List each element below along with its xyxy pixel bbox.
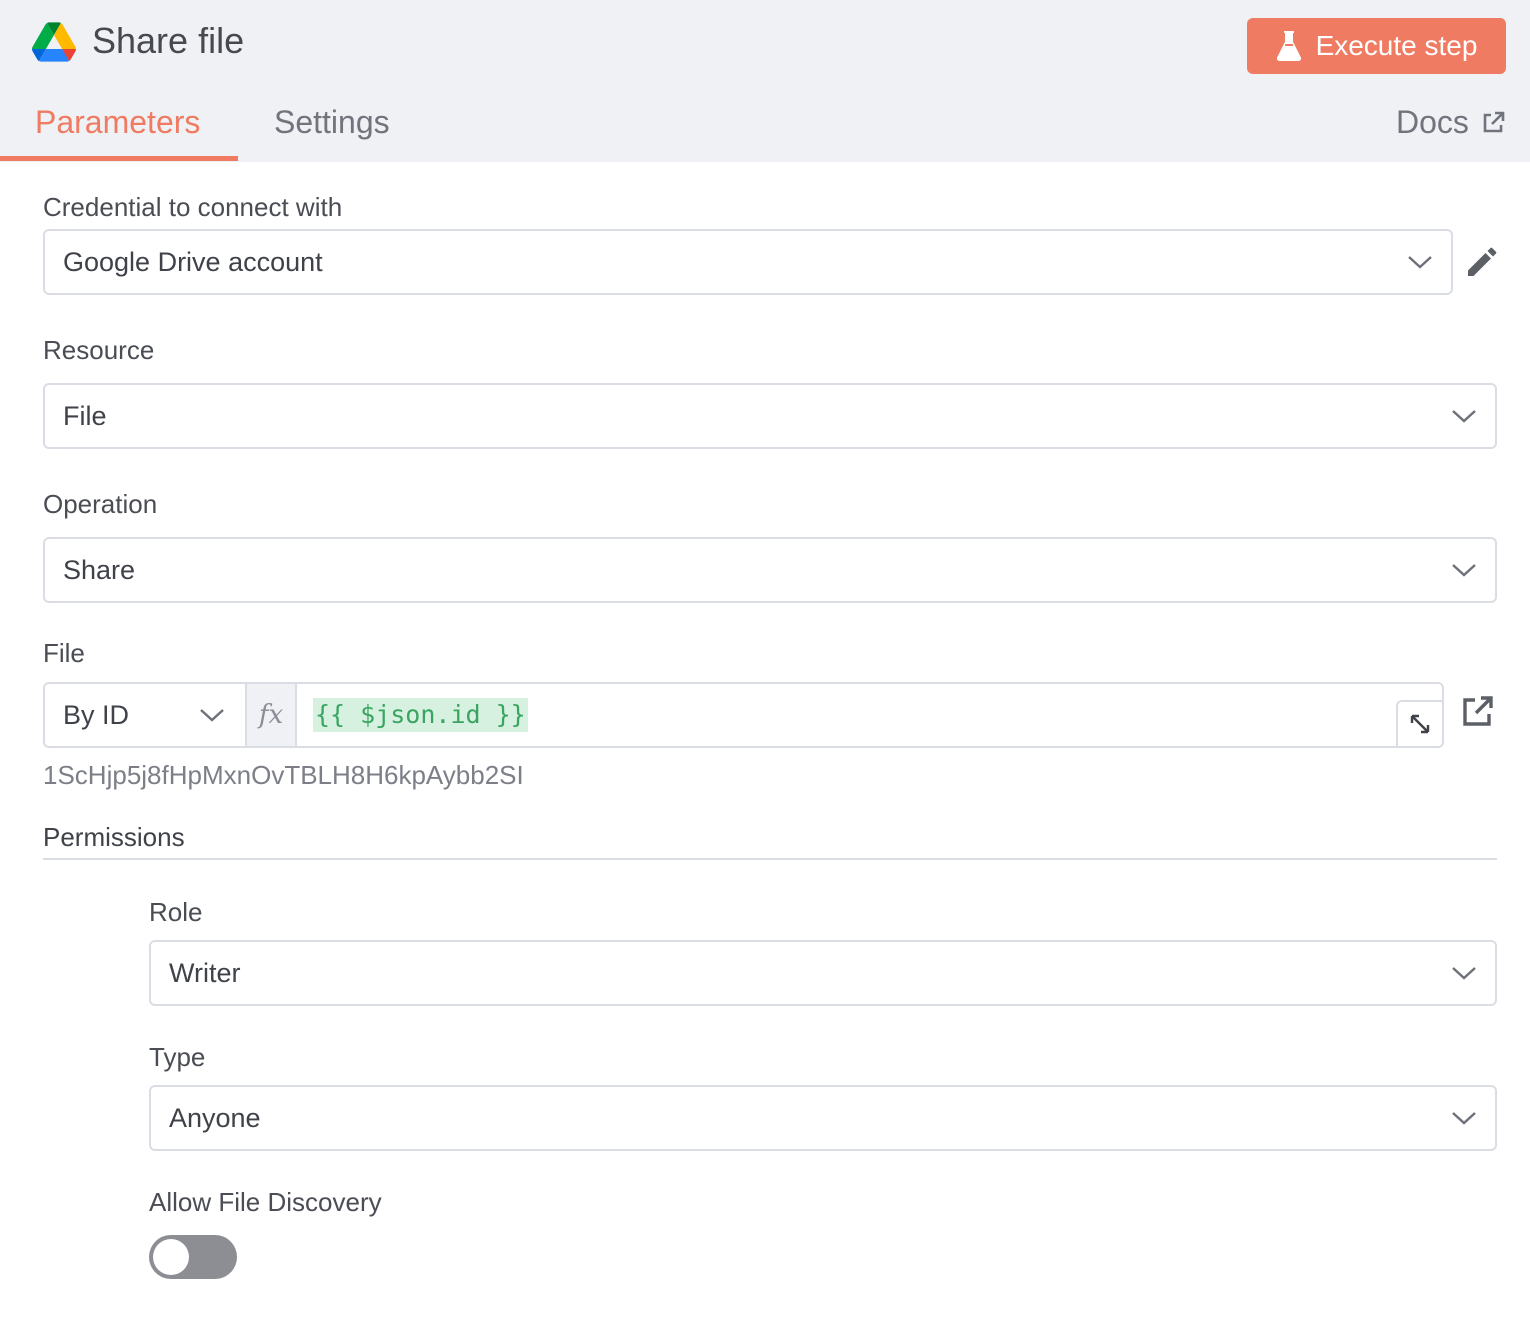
file-label: File	[43, 638, 85, 668]
active-tab-indicator	[0, 156, 238, 161]
external-link-icon	[1483, 111, 1505, 132]
type-select[interactable]: Anyone	[149, 1085, 1497, 1151]
file-mode-select[interactable]: By ID	[45, 684, 247, 746]
type-value: Anyone	[169, 1102, 261, 1133]
resource-value: File	[63, 400, 107, 431]
chevron-down-icon	[1452, 1112, 1476, 1125]
permissions-title: Permissions	[43, 822, 185, 852]
chevron-down-icon	[1452, 410, 1476, 423]
toggle-knob	[153, 1239, 189, 1275]
credential-value: Google Drive account	[63, 246, 323, 277]
allow-file-discovery-label: Allow File Discovery	[149, 1187, 382, 1217]
file-locator-field: By ID fx {{ $json.id }}	[43, 682, 1444, 748]
permissions-divider	[43, 858, 1497, 860]
resource-select[interactable]: File	[43, 383, 1497, 449]
role-select[interactable]: Writer	[149, 940, 1497, 1006]
resource-label: Resource	[43, 335, 155, 365]
chevron-down-icon	[1452, 967, 1476, 980]
tab-settings[interactable]: Settings	[274, 104, 390, 141]
file-resolved-id: 1ScHjp5j8fHpMxnOvTBLH8H6kpAybb2SI	[43, 760, 524, 790]
flask-icon	[1276, 31, 1301, 61]
node-title: Share file	[92, 20, 245, 61]
expand-icon	[1410, 714, 1430, 734]
execute-step-button[interactable]: Execute step	[1247, 18, 1506, 74]
pencil-icon[interactable]	[1464, 244, 1500, 280]
role-value: Writer	[169, 957, 241, 988]
type-label: Type	[149, 1042, 206, 1072]
chevron-down-icon	[1408, 256, 1432, 269]
operation-label: Operation	[43, 489, 158, 519]
credential-label: Credential to connect with	[43, 192, 343, 222]
chevron-down-icon	[200, 709, 224, 722]
docs-label: Docs	[1396, 104, 1469, 140]
google-drive-icon	[32, 22, 76, 62]
expand-expression-button[interactable]	[1396, 700, 1444, 748]
node-header: Share file Execute step Parameters Setti…	[0, 0, 1530, 162]
credential-select[interactable]: Google Drive account	[43, 229, 1453, 295]
operation-select[interactable]: Share	[43, 537, 1497, 603]
expression-fx-icon: fx	[247, 684, 297, 746]
open-external-icon[interactable]	[1460, 695, 1494, 729]
allow-file-discovery-toggle[interactable]	[149, 1235, 237, 1279]
chevron-down-icon	[1452, 564, 1476, 577]
docs-link[interactable]: Docs	[1396, 104, 1505, 141]
role-label: Role	[149, 897, 203, 927]
tab-parameters[interactable]: Parameters	[35, 104, 200, 141]
file-expression-input[interactable]: {{ $json.id }}	[313, 698, 528, 732]
file-mode-value: By ID	[63, 699, 130, 730]
execute-step-label: Execute step	[1315, 30, 1478, 61]
operation-value: Share	[63, 554, 136, 585]
